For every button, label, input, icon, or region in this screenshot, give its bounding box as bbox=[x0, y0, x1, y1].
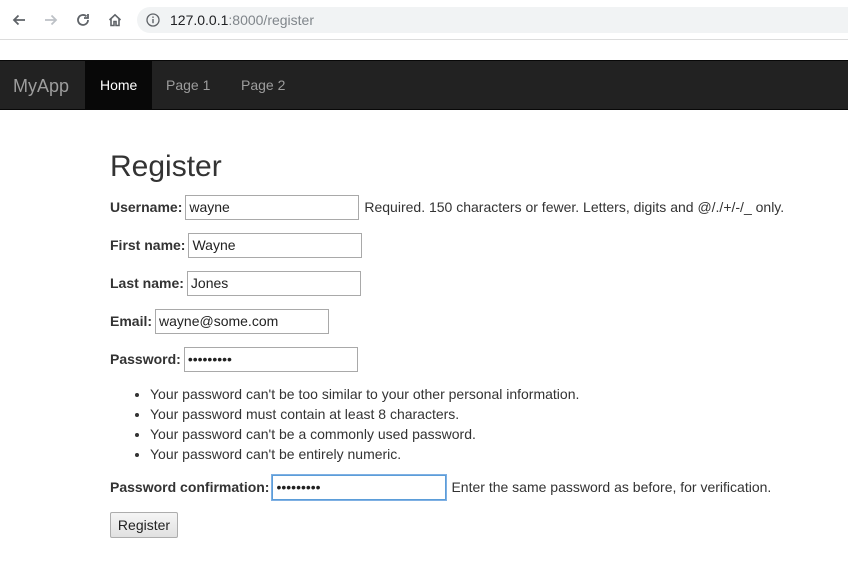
browser-toolbar: 127.0.0.1:8000/register bbox=[0, 0, 848, 40]
password-confirmation-input[interactable] bbox=[272, 474, 447, 500]
address-bar[interactable]: 127.0.0.1:8000/register bbox=[137, 7, 848, 33]
info-icon[interactable] bbox=[146, 13, 160, 27]
first-name-input[interactable] bbox=[188, 232, 363, 258]
username-label: Username: bbox=[110, 199, 183, 215]
password-label: Password: bbox=[110, 351, 181, 367]
forward-icon[interactable] bbox=[39, 8, 63, 32]
password-confirmation-label: Password confirmation: bbox=[110, 479, 270, 495]
last-name-label: Last name: bbox=[110, 275, 184, 291]
first-name-label: First name: bbox=[110, 237, 186, 253]
password-input[interactable] bbox=[183, 346, 358, 372]
password-rules-list: Your password can't be too similar to yo… bbox=[150, 384, 579, 464]
password-rule-item: Your password can't be a commonly used p… bbox=[150, 424, 579, 444]
url-host: 127.0.0.1 bbox=[170, 12, 229, 28]
page-title: Register bbox=[110, 150, 222, 183]
email-input[interactable] bbox=[155, 308, 330, 334]
nav-item-page-1[interactable]: Page 1 bbox=[151, 61, 225, 110]
app-navbar: MyApp Home Page 1 Page 2 bbox=[0, 60, 848, 110]
username-helptext: Required. 150 characters or fewer. Lette… bbox=[364, 199, 785, 215]
username-row: Username: Required. 150 characters or fe… bbox=[110, 194, 784, 220]
reload-icon[interactable] bbox=[71, 8, 95, 32]
nav-item-page-2[interactable]: Page 2 bbox=[226, 61, 300, 110]
password-rule-item: Your password can't be entirely numeric. bbox=[150, 444, 579, 464]
username-input[interactable] bbox=[185, 194, 360, 220]
first-name-row: First name: bbox=[110, 232, 363, 258]
register-button[interactable]: Register bbox=[110, 512, 178, 538]
url-path: :8000/register bbox=[228, 12, 314, 28]
back-icon[interactable] bbox=[7, 8, 31, 32]
last-name-input[interactable] bbox=[186, 270, 361, 296]
email-label: Email: bbox=[110, 313, 153, 329]
email-row: Email: bbox=[110, 308, 330, 334]
last-name-row: Last name: bbox=[110, 270, 361, 296]
home-icon[interactable] bbox=[103, 8, 127, 32]
password-confirmation-row: Password confirmation: Enter the same pa… bbox=[110, 474, 771, 500]
nav-item-home[interactable]: Home bbox=[85, 61, 153, 110]
password-row: Password: bbox=[110, 346, 358, 372]
password-rule-item: Your password must contain at least 8 ch… bbox=[150, 404, 579, 424]
brand-link[interactable]: MyApp bbox=[13, 61, 69, 111]
password-rule-item: Your password can't be too similar to yo… bbox=[150, 384, 579, 404]
url-text: 127.0.0.1:8000/register bbox=[170, 12, 314, 28]
password-confirmation-helptext: Enter the same password as before, for v… bbox=[451, 479, 772, 495]
